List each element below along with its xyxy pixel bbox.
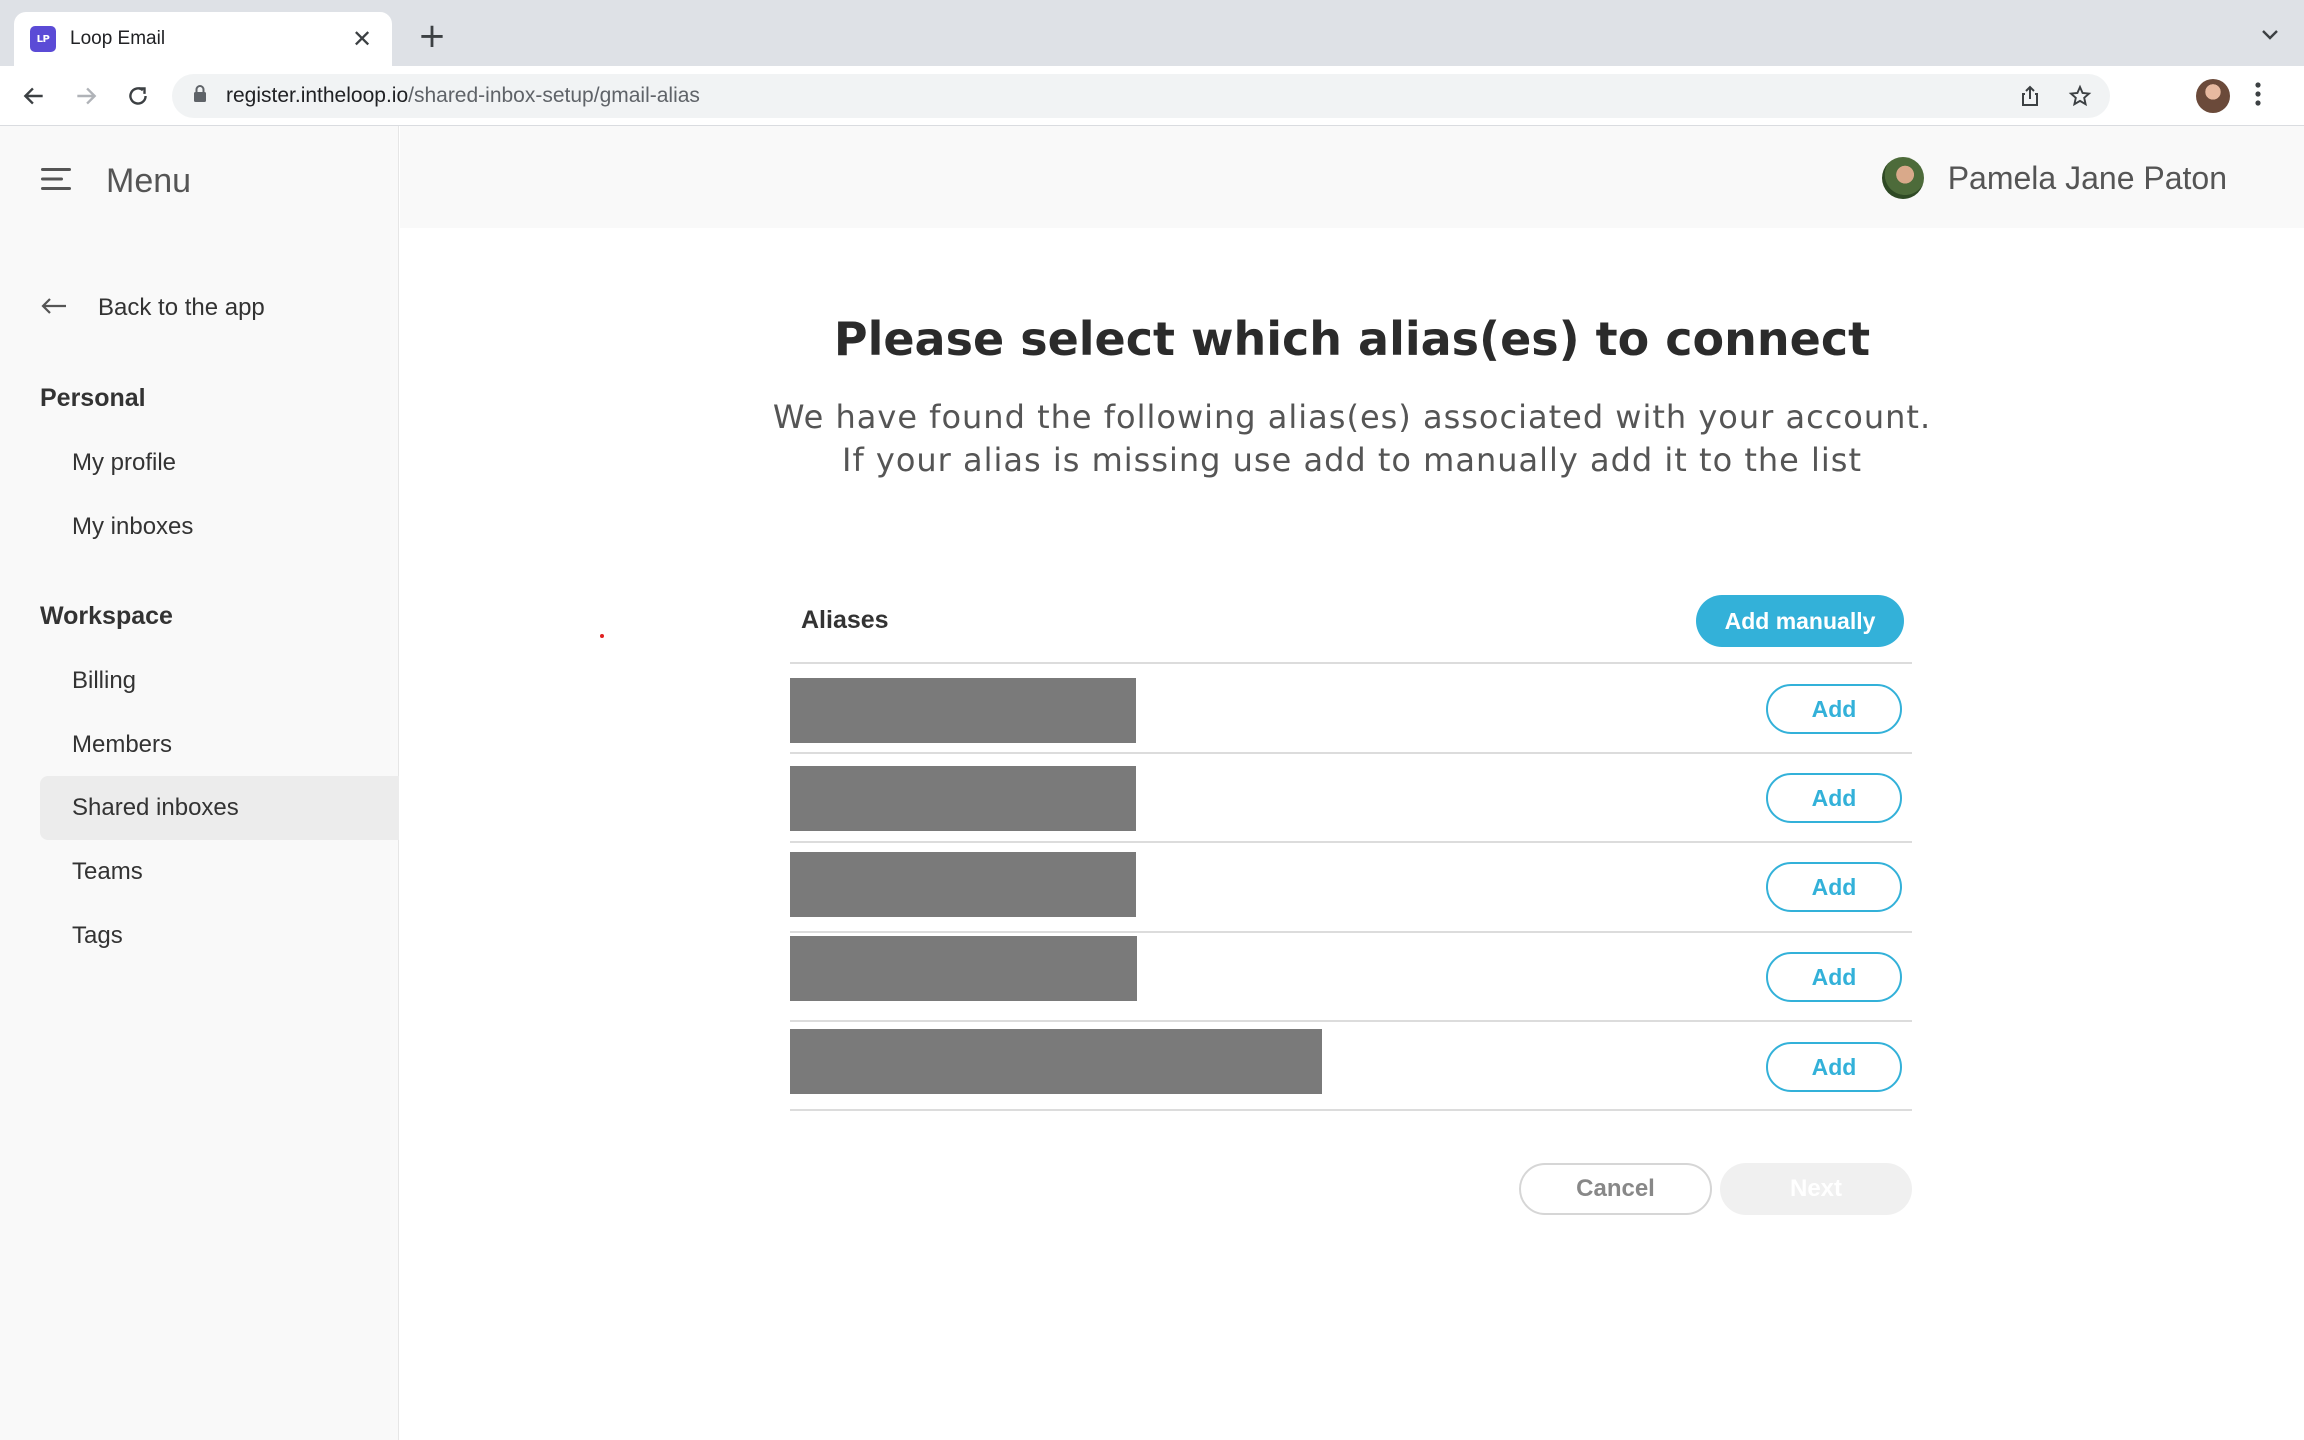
sidebar: Menu Back to the app Personal My profile… [0, 126, 399, 1440]
sidebar-item-billing[interactable]: Billing [40, 649, 399, 713]
hamburger-icon[interactable] [40, 166, 72, 197]
address-bar[interactable]: register.intheloop.io/shared-inbox-setup… [172, 74, 2110, 118]
section-personal: Personal [40, 384, 146, 412]
add-alias-button[interactable]: Add [1766, 952, 1902, 1002]
user-menu[interactable]: Pamela Jane Paton [1881, 157, 2227, 199]
browser-tab[interactable]: LP Loop Email ✕ [14, 12, 392, 66]
top-header: Pamela Jane Paton [400, 126, 2304, 228]
divider [790, 841, 1912, 843]
forward-arrow-icon[interactable] [70, 80, 102, 112]
divider [790, 1020, 1912, 1022]
sidebar-item-my-profile[interactable]: My profile [40, 431, 399, 495]
sidebar-item-tags[interactable]: Tags [40, 904, 399, 968]
browser-menu-icon[interactable] [2254, 81, 2262, 112]
arrow-left-icon [40, 296, 68, 321]
reload-icon[interactable] [122, 80, 154, 112]
browser-toolbar: register.intheloop.io/shared-inbox-setup… [0, 66, 2304, 126]
add-alias-button[interactable]: Add [1766, 773, 1902, 823]
next-button[interactable]: Next [1720, 1163, 1912, 1215]
browser-profile-avatar[interactable] [2196, 79, 2230, 113]
page-subtitle-line-2: If your alias is missing use add to manu… [842, 441, 1862, 479]
sidebar-item-my-inboxes[interactable]: My inboxes [40, 495, 399, 559]
redacted-alias [790, 936, 1137, 1001]
divider [790, 1109, 1912, 1111]
back-to-app-link[interactable]: Back to the app [40, 294, 265, 322]
aliases-header: Aliases [801, 606, 889, 634]
sidebar-item-teams[interactable]: Teams [40, 840, 399, 904]
divider [790, 752, 1912, 754]
add-alias-button[interactable]: Add [1766, 684, 1902, 734]
page-title: Please select which alias(es) to connect [833, 312, 1871, 366]
url-text: register.intheloop.io/shared-inbox-setup… [226, 84, 700, 107]
menu-title: Menu [106, 162, 192, 200]
redacted-alias [790, 852, 1136, 917]
browser-tab-strip: LP Loop Email ✕ + [0, 0, 2304, 66]
sidebar-item-members[interactable]: Members [40, 713, 399, 777]
divider [790, 662, 1912, 664]
back-to-app-label: Back to the app [98, 294, 265, 321]
menu-toggle[interactable]: Menu [40, 162, 191, 201]
avatar [1881, 157, 1924, 199]
lock-icon [192, 84, 208, 109]
new-tab-icon[interactable]: + [414, 18, 450, 54]
sidebar-item-shared-inboxes[interactable]: Shared inboxes [40, 776, 399, 840]
add-alias-button[interactable]: Add [1766, 862, 1902, 912]
cursor-marker [600, 634, 604, 638]
bookmark-star-icon[interactable] [2068, 84, 2092, 113]
redacted-alias [790, 1029, 1322, 1094]
loop-favicon-icon: LP [30, 26, 56, 52]
section-workspace: Workspace [40, 602, 173, 630]
close-tab-icon[interactable]: ✕ [348, 25, 376, 54]
redacted-alias [790, 766, 1136, 831]
add-manually-button[interactable]: Add manually [1696, 595, 1904, 647]
back-arrow-icon[interactable] [18, 80, 50, 112]
tab-search-chevron-icon[interactable] [2258, 22, 2282, 46]
cancel-button[interactable]: Cancel [1519, 1163, 1712, 1215]
redacted-alias [790, 678, 1136, 743]
user-name: Pamela Jane Paton [1947, 159, 2227, 196]
page-subtitle-line-1: We have found the following alias(es) as… [772, 398, 1932, 436]
add-alias-button[interactable]: Add [1766, 1042, 1902, 1092]
tab-title: Loop Email [70, 28, 166, 49]
share-icon[interactable] [2018, 84, 2042, 113]
divider [790, 931, 1912, 933]
